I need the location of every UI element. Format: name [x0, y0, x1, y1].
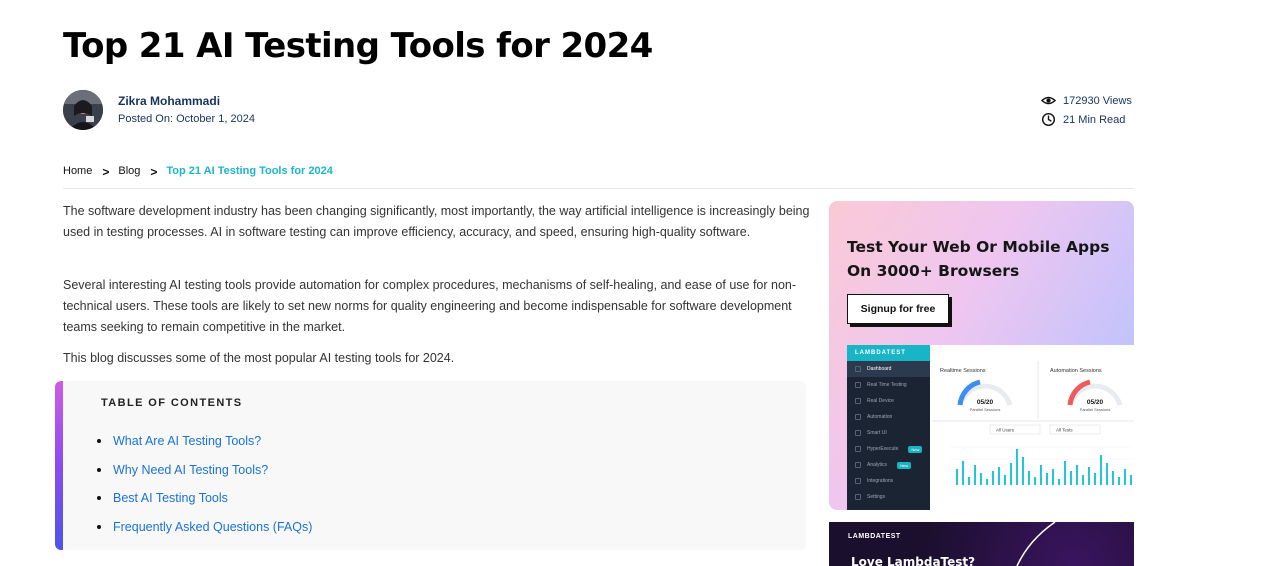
toc-item: What Are AI Testing Tools?	[97, 427, 312, 456]
dashboard-nav-item: Smart UI	[847, 425, 930, 441]
table-of-contents: TABLE OF CONTENTS What Are AI Testing To…	[55, 381, 806, 550]
signup-button[interactable]: Signup for free	[847, 294, 949, 324]
nav-icon	[855, 382, 861, 388]
views-count: 172930 Views	[1063, 94, 1132, 107]
clock-icon	[1041, 112, 1056, 127]
header-divider	[63, 188, 1134, 189]
toc-list: What Are AI Testing Tools? Why Need AI T…	[97, 427, 312, 541]
dashboard-nav-item: Integrations	[847, 473, 930, 489]
breadcrumb-home[interactable]: Home	[63, 165, 92, 177]
toc-link-why-need[interactable]: Why Need AI Testing Tools?	[113, 463, 268, 477]
nav-icon	[855, 398, 861, 404]
breadcrumb-separator: >	[102, 165, 110, 179]
page-title: Top 21 AI Testing Tools for 2024	[63, 26, 653, 66]
svg-text:Realtime Sessions: Realtime Sessions	[940, 368, 986, 374]
nav-icon	[855, 446, 861, 452]
lambdatest-ad-banner[interactable]: Test Your Web Or Mobile Apps On 3000+ Br…	[829, 201, 1134, 510]
dashboard-nav-item: Dashboard	[847, 361, 930, 377]
ad2-headline: Love LambdaTest?	[851, 555, 976, 566]
toc-link-faqs[interactable]: Frequently Asked Questions (FAQs)	[113, 520, 312, 534]
svg-text:Parallel Sessions: Parallel Sessions	[970, 407, 1001, 412]
breadcrumb: Home > Blog > Top 21 AI Testing Tools fo…	[63, 164, 333, 179]
read-time-meta: 21 Min Read	[1041, 112, 1125, 127]
love-lambdatest-banner[interactable]: LAMBDATEST Love LambdaTest?	[829, 522, 1134, 566]
toc-accent-bar	[55, 381, 63, 550]
nav-icon	[855, 414, 861, 420]
dashboard-nav-item: Automation	[847, 409, 930, 425]
breadcrumb-separator: >	[150, 165, 158, 179]
nav-icon	[855, 366, 861, 372]
toc-item: Best AI Testing Tools	[97, 484, 312, 513]
breadcrumb-current: Top 21 AI Testing Tools for 2024	[166, 165, 333, 177]
toc-item: Why Need AI Testing Tools?	[97, 456, 312, 485]
bullet-icon	[97, 439, 101, 444]
avatar-image	[63, 90, 103, 130]
bullet-icon	[97, 496, 101, 501]
nav-icon	[855, 430, 861, 436]
svg-text:05/20: 05/20	[1087, 399, 1104, 406]
svg-text:All Users: All Users	[996, 428, 1015, 433]
toc-link-what-are[interactable]: What Are AI Testing Tools?	[113, 434, 261, 448]
eye-icon	[1041, 96, 1056, 105]
dashboard-preview: LAMBDATEST Dashboard Real Time Testing R…	[847, 345, 1134, 510]
breadcrumb-blog[interactable]: Blog	[118, 165, 140, 177]
dashboard-main: Realtime Sessions Automation Sessions 05…	[930, 345, 1134, 510]
author-avatar[interactable]	[63, 90, 103, 130]
dashboard-nav-item: Settings	[847, 489, 930, 505]
summary-paragraph: This blog discusses some of the most pop…	[63, 351, 455, 365]
svg-text:Parallel Sessions: Parallel Sessions	[1080, 407, 1111, 412]
toc-title: TABLE OF CONTENTS	[101, 397, 243, 409]
ad-headline: Test Your Web Or Mobile Apps On 3000+ Br…	[847, 238, 1110, 280]
toc-item: Frequently Asked Questions (FAQs)	[97, 513, 312, 542]
nav-icon	[855, 494, 861, 500]
tools-paragraph: Several interesting AI testing tools pro…	[63, 278, 797, 334]
bullet-icon	[97, 467, 101, 472]
dashboard-nav-item: Analytics New	[847, 457, 930, 473]
dashboard-sidebar: LAMBDATEST Dashboard Real Time Testing R…	[847, 345, 930, 510]
svg-text:Automation Sessions: Automation Sessions	[1050, 368, 1102, 374]
views-meta: 172930 Views	[1041, 93, 1132, 108]
dashboard-nav-item: Real Device	[847, 393, 930, 409]
read-time: 21 Min Read	[1063, 113, 1126, 126]
dashboard-logo: LAMBDATEST	[847, 345, 930, 361]
svg-text:All Tests: All Tests	[1056, 428, 1073, 433]
toc-link-best-tools[interactable]: Best AI Testing Tools	[113, 491, 228, 505]
nav-icon	[855, 478, 861, 484]
nav-icon	[855, 462, 861, 468]
intro-paragraph: The software development industry has be…	[63, 204, 810, 239]
dashboard-nav-item: HyperExecute New	[847, 441, 930, 457]
dashboard-nav-item: Real Time Testing	[847, 377, 930, 393]
author-name[interactable]: Zikra Mohammadi	[118, 94, 220, 108]
decorative-curve	[1016, 522, 1056, 566]
bullet-icon	[97, 524, 101, 529]
posted-date: Posted On: October 1, 2024	[118, 113, 255, 125]
svg-text:05/20: 05/20	[977, 399, 994, 406]
lambdatest-logo: LAMBDATEST	[848, 533, 901, 540]
